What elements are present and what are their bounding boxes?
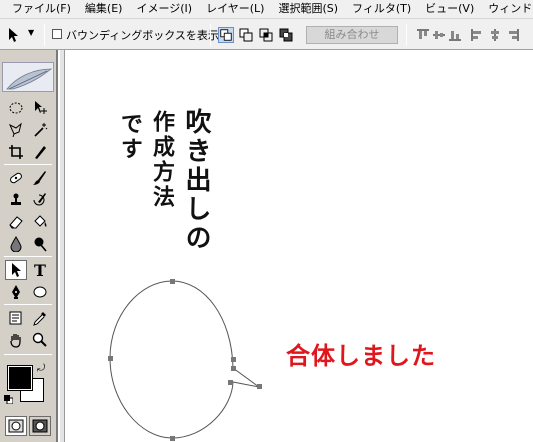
anchor-point[interactable] bbox=[231, 357, 236, 362]
anchor-point[interactable] bbox=[108, 356, 113, 361]
anchor-point[interactable] bbox=[257, 384, 262, 389]
foreground-color-swatch[interactable] bbox=[7, 365, 33, 391]
anchor-point[interactable] bbox=[170, 436, 175, 441]
annotation-text: 合体しました bbox=[286, 342, 436, 370]
anchor-point[interactable] bbox=[170, 279, 175, 284]
anchor-point[interactable] bbox=[231, 366, 236, 371]
anchor-point[interactable] bbox=[228, 380, 233, 385]
speech-bubble-path[interactable] bbox=[0, 0, 533, 442]
